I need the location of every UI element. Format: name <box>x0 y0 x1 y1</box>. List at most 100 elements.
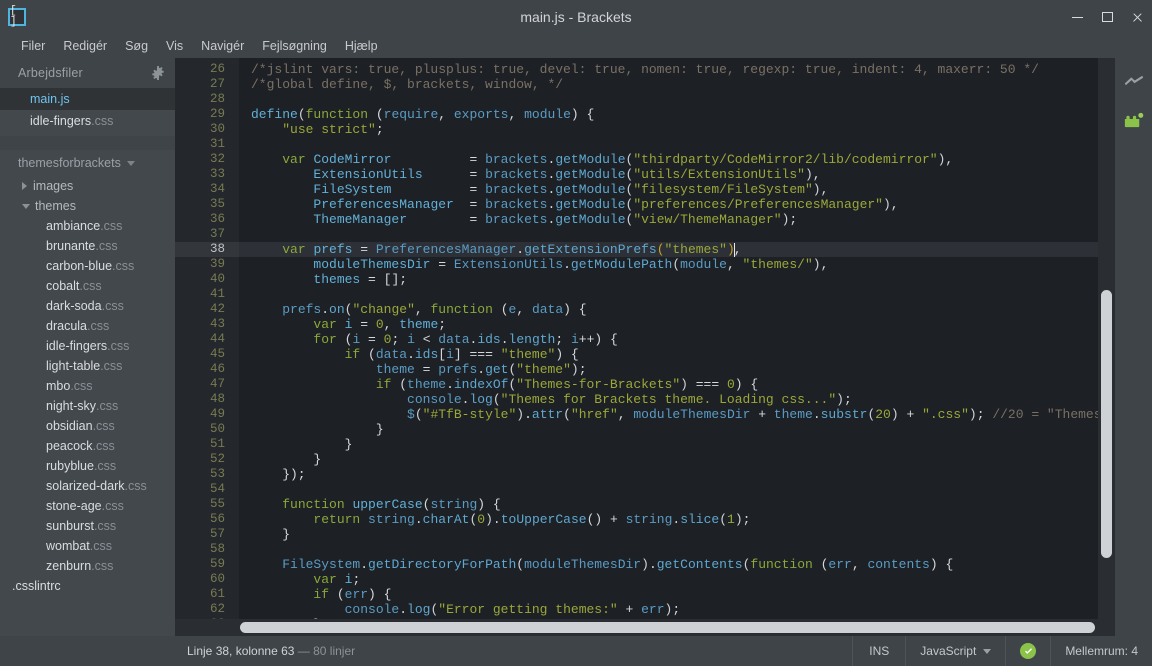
tree-file-item[interactable]: sunburst .css <box>0 516 175 536</box>
code-editor[interactable]: 26 /*jslint vars: true, plusplus: true, d… <box>175 58 1115 636</box>
code-token-var: module <box>680 257 727 272</box>
line-number: 32 <box>209 152 225 166</box>
code-line[interactable]: 48 console.log("Themes for Brackets them… <box>175 392 1115 407</box>
code-line[interactable]: 62 console.log("Error getting themes:" +… <box>175 602 1115 617</box>
tree-file-item[interactable]: stone-age .css <box>0 496 175 516</box>
code-token-plain: ( <box>336 332 353 347</box>
code-line[interactable]: 56 return string.charAt(0).toUpperCase()… <box>175 512 1115 527</box>
tree-file-item[interactable]: dracula .css <box>0 316 175 336</box>
tree-folder-item[interactable]: themes <box>0 196 175 216</box>
code-line[interactable]: 35 PreferencesManager = brackets.getModu… <box>175 197 1115 212</box>
tree-file-item[interactable]: .csslintrc <box>0 576 175 596</box>
code-token-prop: ids <box>477 332 501 347</box>
code-line[interactable]: 49 $("#TfB-style").attr("href", moduleTh… <box>175 407 1115 422</box>
extension-manager-icon[interactable] <box>1122 108 1146 132</box>
code-token-punc: ( <box>563 407 571 422</box>
code-token-prop: log <box>407 602 431 617</box>
code-line[interactable]: 55 function upperCase(string) { <box>175 497 1115 512</box>
project-header[interactable]: themesforbrackets <box>0 150 175 176</box>
working-file-item[interactable]: main.js <box>0 88 175 110</box>
minimize-button[interactable] <box>1062 0 1092 34</box>
code-line[interactable]: 59 FileSystem.getDirectoryForPath(module… <box>175 557 1115 572</box>
menu-item-vis[interactable]: Vis <box>157 36 192 56</box>
tree-file-item[interactable]: peacock .css <box>0 436 175 456</box>
lint-status-button[interactable] <box>1005 636 1050 666</box>
tree-file-item[interactable]: mbo .css <box>0 376 175 396</box>
code-line[interactable]: 57 } <box>175 527 1115 542</box>
code-token-plain: ; <box>352 572 361 587</box>
code-line[interactable]: 33 ExtensionUtils = brackets.getModule("… <box>175 167 1115 182</box>
code-token-plain: , <box>820 182 829 197</box>
menu-item-fejls-gning[interactable]: Fejlsøgning <box>253 36 336 56</box>
menu-item-navig-r[interactable]: Navigér <box>192 36 253 56</box>
code-line[interactable]: 54 <box>175 482 1115 497</box>
code-token-kw: return <box>313 512 361 527</box>
maximize-button[interactable] <box>1092 0 1122 34</box>
tree-file-item[interactable]: dark-soda .css <box>0 296 175 316</box>
tree-file-item[interactable]: carbon-blue .css <box>0 256 175 276</box>
code-line[interactable]: 45 if (data.ids[i] === "theme") { <box>175 347 1115 362</box>
code-line[interactable]: 28 <box>175 92 1115 107</box>
menu-item-redig-r[interactable]: Redigér <box>54 36 116 56</box>
code-token-var: theme <box>375 362 415 377</box>
code-line[interactable]: 30 "use strict"; <box>175 122 1115 137</box>
working-file-item[interactable]: idle-fingers .css <box>0 110 175 132</box>
code-line[interactable]: 27 /*global define, $, brackets, window, … <box>175 77 1115 92</box>
tree-file-item[interactable]: cobalt .css <box>0 276 175 296</box>
indent-setting-button[interactable]: Mellemrum: 4 <box>1050 636 1152 666</box>
code-line[interactable]: 44 for (i = 0; i < data.ids.length; i++)… <box>175 332 1115 347</box>
code-line[interactable]: 40 themes = []; <box>175 272 1115 287</box>
code-line[interactable]: 29 define(function (require, exports, mod… <box>175 107 1115 122</box>
code-line[interactable]: 58 <box>175 542 1115 557</box>
code-line[interactable]: 46 theme = prefs.get("theme"); <box>175 362 1115 377</box>
code-content[interactable]: 26 /*jslint vars: true, plusplus: true, d… <box>175 58 1115 636</box>
code-line[interactable]: 61 if (err) { <box>175 587 1115 602</box>
code-line-active[interactable]: 38 var prefs = PreferencesManager.getExt… <box>175 242 1115 257</box>
tree-file-extension: .css <box>107 339 130 353</box>
live-preview-icon[interactable] <box>1122 70 1146 94</box>
tree-folder-item[interactable]: images <box>0 176 175 196</box>
close-button[interactable] <box>1122 0 1152 34</box>
tree-file-item[interactable]: idle-fingers .css <box>0 336 175 356</box>
code-line[interactable]: 31 <box>175 137 1115 152</box>
tree-file-item[interactable]: zenburn .css <box>0 556 175 576</box>
chevron-right-icon[interactable] <box>22 182 27 190</box>
code-line[interactable]: 36 ThemeManager = brackets.getModule("vi… <box>175 212 1115 227</box>
code-line[interactable]: 47 if (theme.indexOf("Themes-for-Bracket… <box>175 377 1115 392</box>
tree-file-item[interactable]: night-sky .css <box>0 396 175 416</box>
chevron-down-icon <box>983 648 992 654</box>
code-line-text: var i = 0, theme; <box>239 317 446 332</box>
tree-file-item[interactable]: light-table .css <box>0 356 175 376</box>
code-line[interactable]: 52 } <box>175 452 1115 467</box>
code-line[interactable]: 34 FileSystem = brackets.getModule("file… <box>175 182 1115 197</box>
tree-file-item[interactable]: brunante .css <box>0 236 175 256</box>
menu-item-s-g[interactable]: Søg <box>116 36 157 56</box>
working-files-list: main.js idle-fingers .css <box>0 88 175 136</box>
code-line[interactable]: 39 moduleThemesDir = ExtensionUtils.getM… <box>175 257 1115 272</box>
tree-file-item[interactable]: rubyblue .css <box>0 456 175 476</box>
tree-file-item[interactable]: solarized-dark .css <box>0 476 175 496</box>
menu-item-hj-lp[interactable]: Hjælp <box>336 36 387 56</box>
code-line[interactable]: 50 } <box>175 422 1115 437</box>
vertical-scrollbar-thumb[interactable] <box>1101 290 1112 558</box>
tree-file-item[interactable]: ambiance .css <box>0 216 175 236</box>
language-selector[interactable]: JavaScript <box>905 636 1005 666</box>
menu-item-filer[interactable]: Filer <box>12 36 54 56</box>
code-line[interactable]: 41 <box>175 287 1115 302</box>
horizontal-scrollbar-thumb[interactable] <box>240 622 1095 633</box>
tree-file-item[interactable]: obsidian .css <box>0 416 175 436</box>
code-line[interactable]: 42 prefs.on("change", function (e, data)… <box>175 302 1115 317</box>
code-token-plain: , <box>890 197 899 212</box>
code-line[interactable]: 53 }); <box>175 467 1115 482</box>
code-line[interactable]: 43 var i = 0, theme; <box>175 317 1115 332</box>
chevron-down-icon[interactable] <box>22 203 30 209</box>
code-line[interactable]: 32 var CodeMirror = brackets.getModule("… <box>175 152 1115 167</box>
tree-file-item[interactable]: wombat .css <box>0 536 175 556</box>
gear-icon[interactable] <box>151 66 165 80</box>
code-line[interactable]: 37 <box>175 227 1115 242</box>
code-line[interactable]: 60 var i; <box>175 572 1115 587</box>
insert-mode-button[interactable]: INS <box>852 636 905 666</box>
code-line[interactable]: 51 } <box>175 437 1115 452</box>
code-line[interactable]: 26 /*jslint vars: true, plusplus: true, d… <box>175 62 1115 77</box>
